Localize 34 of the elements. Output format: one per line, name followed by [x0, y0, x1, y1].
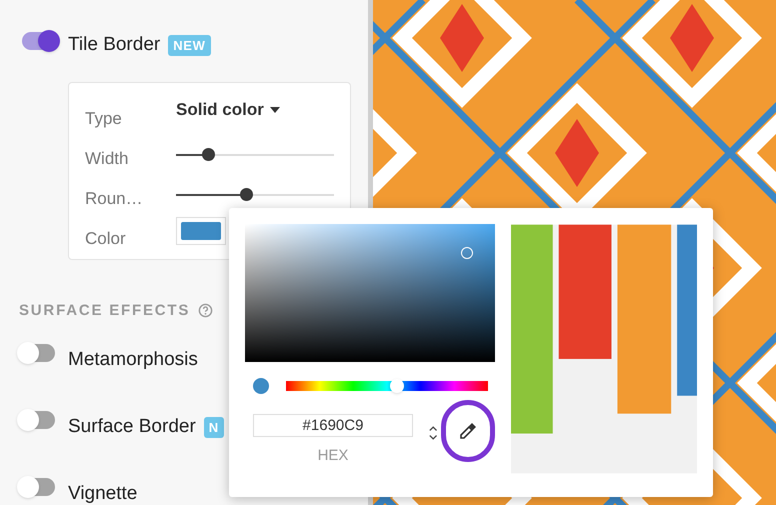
- toggle-switch[interactable]: [22, 32, 58, 50]
- toggle-label: Vignette: [68, 482, 138, 505]
- toggle-label: Surface Border: [68, 415, 196, 440]
- hue-slider[interactable]: [286, 381, 488, 391]
- saturation-area[interactable]: [245, 224, 495, 362]
- setting-label: Roun…: [85, 188, 144, 210]
- type-dropdown[interactable]: Solid color: [176, 96, 280, 122]
- help-icon[interactable]: [198, 303, 214, 318]
- hex-label: HEX: [318, 446, 348, 466]
- slider-thumb[interactable]: [240, 188, 253, 200]
- setting-label: Type: [85, 108, 123, 130]
- hue-thumb[interactable]: [390, 379, 404, 393]
- eyedropper-button[interactable]: [441, 400, 495, 462]
- diamond-tile: [555, 119, 599, 187]
- setting-label: Width: [85, 148, 130, 170]
- up-down-chevrons-icon[interactable]: [429, 424, 438, 442]
- toggle-label: Tile Border: [68, 33, 160, 57]
- slider-track[interactable]: [176, 188, 334, 202]
- toggle-switch[interactable]: [19, 411, 55, 429]
- slider-track[interactable]: [176, 148, 334, 162]
- color-swatch[interactable]: [176, 216, 226, 244]
- toggle-label: Metamorphosis: [68, 348, 198, 372]
- diamond-tile: [440, 4, 484, 72]
- toggle-switch[interactable]: [19, 478, 55, 496]
- section-heading: SURFACE EFFECTS: [19, 300, 190, 320]
- caret-icon: [270, 106, 280, 112]
- hex-input[interactable]: #1690C9: [253, 414, 413, 437]
- new-badge: NEW: [168, 34, 210, 56]
- slider-thumb[interactable]: [202, 148, 215, 160]
- toggle-switch[interactable]: [19, 344, 55, 362]
- diamond-tile: [670, 4, 714, 72]
- picker-handle[interactable]: [461, 247, 473, 259]
- new-badge: N: [204, 416, 224, 438]
- setting-label: Color: [85, 228, 127, 250]
